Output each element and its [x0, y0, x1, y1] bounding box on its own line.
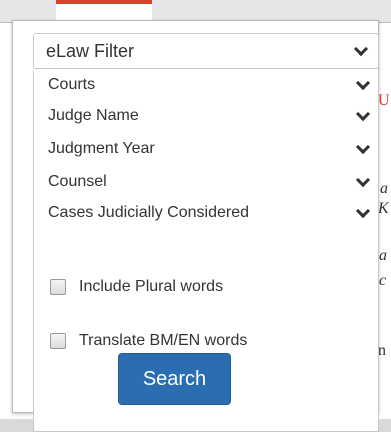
option-label: Judge Name — [48, 107, 139, 124]
option-label: Judgment Year — [48, 140, 155, 157]
translate-bm-en-option[interactable]: Translate BM/EN words — [50, 329, 247, 353]
include-plural-label: Include Plural words — [79, 278, 224, 295]
filter-option-judge-name[interactable]: Judge Name — [48, 104, 371, 128]
include-plural-words-option[interactable]: Include Plural words — [50, 275, 223, 299]
option-label: Counsel — [48, 173, 107, 190]
filter-option-cases-judicially-considered[interactable]: Cases Judicially Considered — [48, 201, 371, 225]
chevron-down-icon — [355, 139, 371, 155]
background-text-fragment: U — [378, 92, 390, 109]
filter-option-courts[interactable]: Courts — [48, 73, 371, 97]
background-text-fragment: K — [378, 200, 389, 217]
background-text-fragment: n — [378, 342, 386, 359]
filter-panel: eLaw Filter Courts Judge Name Judgment Y… — [12, 20, 379, 432]
filter-option-judgment-year[interactable]: Judgment Year — [48, 137, 371, 161]
chevron-down-icon — [355, 75, 371, 91]
chevron-down-icon — [355, 106, 371, 122]
background-text-fragment: a — [380, 180, 388, 197]
background-text-fragment: c — [379, 272, 387, 289]
elaw-filter-select[interactable]: eLaw Filter — [33, 33, 379, 69]
background-text-fragment: a — [379, 247, 387, 264]
chevron-down-icon — [355, 172, 371, 188]
search-button-label: Search — [142, 367, 207, 390]
chevron-down-icon — [353, 41, 369, 57]
chevron-down-icon — [355, 203, 371, 219]
background-bottom-strip — [48, 402, 391, 419]
option-label: Courts — [48, 76, 96, 93]
translate-bm-en-checkbox[interactable] — [50, 333, 66, 349]
include-plural-checkbox[interactable] — [50, 279, 66, 295]
active-tab[interactable] — [56, 0, 152, 22]
translate-bm-en-label: Translate BM/EN words — [79, 332, 248, 349]
search-button[interactable]: Search — [118, 353, 231, 405]
filter-option-counsel[interactable]: Counsel — [48, 170, 371, 194]
filter-select-label: eLaw Filter — [46, 40, 135, 61]
option-label: Cases Judicially Considered — [48, 204, 249, 221]
